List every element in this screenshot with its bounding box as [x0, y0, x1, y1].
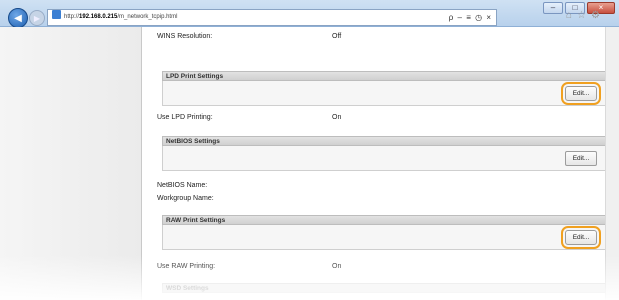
raw-section-header: RAW Print Settings	[162, 215, 606, 225]
site-favicon-icon	[52, 10, 61, 19]
wsd-section-header: WSD Settings	[162, 283, 606, 293]
use-lpd-printing-label: Use LPD Printing:	[157, 114, 213, 121]
use-raw-printing-value: On	[332, 263, 342, 270]
raw-edit-button[interactable]: Edit...	[561, 226, 601, 249]
use-lpd-printing-value: On	[332, 114, 342, 121]
address-bar[interactable]: http://192.168.0.215/m_network_tcpip.htm…	[47, 9, 497, 26]
netbios-name-label: NetBIOS Name:	[157, 182, 208, 189]
home-icon[interactable]: ⌂	[566, 10, 572, 21]
forward-button[interactable]: ▶	[29, 10, 45, 26]
left-panel	[0, 27, 142, 300]
netbios-edit-button[interactable]: Edit...	[565, 151, 597, 166]
use-raw-printing-label: Use RAW Printing:	[157, 263, 216, 270]
minimize-button[interactable]: –	[543, 2, 563, 14]
toolbar-icons: ⌂ ☆ ⚙	[566, 10, 600, 21]
favorites-star-icon[interactable]: ☆	[577, 10, 586, 21]
netbios-section-header: NetBIOS Settings	[162, 136, 606, 146]
title-bar: – □ × ◀ ▶ http://192.168.0.215/m_network…	[0, 0, 619, 28]
settings-gear-icon[interactable]: ⚙	[591, 10, 600, 21]
forward-arrow-icon: ▶	[33, 13, 41, 23]
back-button[interactable]: ◀	[8, 8, 28, 28]
back-arrow-icon: ◀	[14, 12, 22, 24]
lpd-section-body: Edit...	[162, 81, 606, 106]
netbios-section-body: Edit...	[162, 146, 606, 171]
browser-window: – □ × ◀ ▶ http://192.168.0.215/m_network…	[0, 0, 619, 300]
lpd-section-header: LPD Print Settings	[162, 71, 606, 81]
url-path: /m_network_tcpip.html	[117, 14, 178, 20]
wins-resolution-value: Off	[332, 33, 342, 40]
url-host: 192.168.0.215	[79, 14, 118, 20]
raw-section-body: Edit...	[162, 225, 606, 250]
url-prefix: http://	[64, 14, 80, 20]
workgroup-name-label: Workgroup Name:	[157, 195, 214, 202]
address-bar-tools[interactable]: ρ – ≡ ◷ ×	[449, 10, 492, 25]
vertical-scrollbar[interactable]	[605, 27, 619, 300]
wins-resolution-label: WINS Resolution:	[157, 33, 213, 40]
page-content: WINS Resolution: Off LPD Print Settings …	[142, 27, 606, 300]
lpd-edit-button[interactable]: Edit...	[561, 82, 601, 105]
